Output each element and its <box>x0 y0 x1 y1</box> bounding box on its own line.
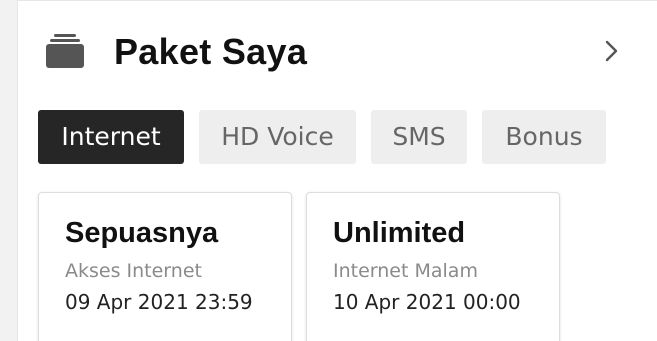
my-packages-panel: Paket Saya Internet HD Voice SMS Bonus S… <box>17 0 657 341</box>
page-title: Paket Saya <box>114 31 308 72</box>
package-expiry: 10 Apr 2021 00:00 <box>333 290 521 314</box>
package-type: Internet Malam <box>333 260 478 282</box>
packages-header[interactable]: Paket Saya <box>18 23 657 87</box>
package-card-sepuasnya[interactable]: Sepuasnya Akses Internet 09 Apr 2021 23:… <box>38 192 292 341</box>
package-card-unlimited[interactable]: Unlimited Internet Malam 10 Apr 2021 00:… <box>306 192 560 341</box>
package-tabs: Internet HD Voice SMS Bonus <box>38 110 657 164</box>
stack-icon <box>45 33 85 69</box>
package-expiry: 09 Apr 2021 23:59 <box>65 290 253 314</box>
tab-sms[interactable]: SMS <box>371 110 467 164</box>
package-type: Akses Internet <box>65 260 202 282</box>
package-name: Unlimited <box>333 217 466 249</box>
tab-bonus[interactable]: Bonus <box>482 110 606 164</box>
tab-hd-voice[interactable]: HD Voice <box>199 110 356 164</box>
chevron-right-icon[interactable] <box>600 37 624 65</box>
tab-internet[interactable]: Internet <box>38 110 184 164</box>
package-name: Sepuasnya <box>65 217 219 249</box>
